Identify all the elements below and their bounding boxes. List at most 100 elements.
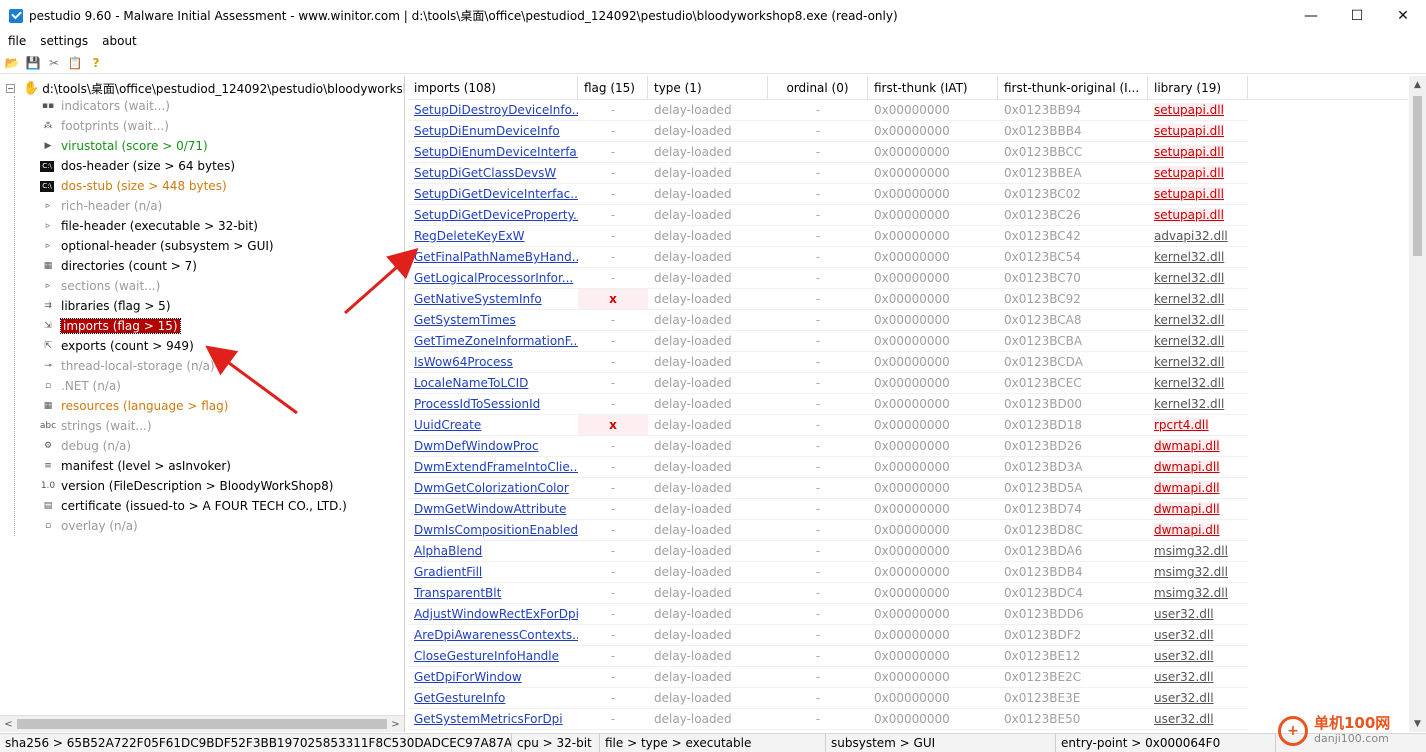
close-button[interactable]: ✕	[1380, 0, 1426, 31]
cell-import-name[interactable]: SetupDiEnumDeviceInfo	[408, 121, 578, 142]
table-row[interactable]: SetupDiEnumDeviceInfo - delay-loaded -0x000…	[408, 121, 1248, 142]
cell-import-name[interactable]: SetupDiEnumDeviceInterfa...	[408, 142, 578, 163]
cell-import-name[interactable]: LocaleNameToLCID	[408, 373, 578, 394]
table-row[interactable]: TransparentBlt - delay-loaded -0x00000000 0x…	[408, 583, 1248, 604]
library-link[interactable]: setupapi.dll	[1154, 124, 1224, 138]
scroll-left-icon[interactable]: <	[0, 716, 17, 732]
cut-icon[interactable]: ✂	[46, 55, 62, 71]
collapse-icon[interactable]: −	[6, 83, 15, 93]
table-row[interactable]: SetupDiEnumDeviceInterfa... - delay-loaded…	[408, 142, 1248, 163]
library-link[interactable]: setupapi.dll	[1154, 145, 1224, 159]
cell-library[interactable]: kernel32.dll	[1148, 331, 1248, 352]
cell-library[interactable]: user32.dll	[1148, 688, 1248, 709]
cell-import-name[interactable]: DwmIsCompositionEnabled	[408, 520, 578, 541]
tree-item[interactable]: ▹ optional-header (subsystem > GUI)	[40, 236, 347, 256]
tree-item[interactable]: ⇱ exports (count > 949)	[40, 336, 347, 356]
library-link[interactable]: kernel32.dll	[1154, 397, 1224, 411]
cell-library[interactable]: kernel32.dll	[1148, 268, 1248, 289]
clipboard-icon[interactable]: 📋	[67, 55, 83, 71]
library-link[interactable]: msimg32.dll	[1154, 544, 1228, 558]
minimize-button[interactable]: —	[1288, 0, 1334, 31]
table-row[interactable]: SetupDiGetDeviceProperty... - delay-loaded…	[408, 205, 1248, 226]
cell-library[interactable]: msimg32.dll	[1148, 541, 1248, 562]
cell-import-name[interactable]: UuidCreate	[408, 415, 578, 436]
table-row[interactable]: GetGestureInfo - delay-loaded -0x00000000 0x…	[408, 688, 1248, 709]
tree-item[interactable]: ▹ file-header (executable > 32-bit)	[40, 216, 347, 236]
cell-library[interactable]: setupapi.dll	[1148, 100, 1248, 121]
library-link[interactable]: msimg32.dll	[1154, 565, 1228, 579]
column-first-thunk[interactable]: first-thunk (IAT)	[868, 76, 998, 100]
tree-item[interactable]: ▦ directories (count > 7)	[40, 256, 347, 276]
column-type[interactable]: type (1)	[648, 76, 768, 100]
library-link[interactable]: kernel32.dll	[1154, 292, 1224, 306]
table-row[interactable]: GetFinalPathNameByHand... - delay-loaded -0…	[408, 247, 1248, 268]
cell-library[interactable]: setupapi.dll	[1148, 163, 1248, 184]
cell-library[interactable]: msimg32.dll	[1148, 562, 1248, 583]
table-row[interactable]: SetupDiGetDeviceInterfac... - delay-loaded…	[408, 184, 1248, 205]
save-icon[interactable]: 💾	[25, 55, 41, 71]
table-row[interactable]: ProcessIdToSessionId - delay-loaded -0x0000…	[408, 394, 1248, 415]
cell-import-name[interactable]: AlphaBlend	[408, 541, 578, 562]
maximize-button[interactable]: ☐	[1334, 0, 1380, 31]
cell-import-name[interactable]: SetupDiDestroyDeviceInfo...	[408, 100, 578, 121]
library-link[interactable]: dwmapi.dll	[1154, 460, 1220, 474]
cell-import-name[interactable]: GetSystemMetricsForDpi	[408, 709, 578, 730]
menu-settings[interactable]: settings	[40, 34, 88, 48]
tree-item[interactable]: ⁂ footprints (wait...)	[40, 116, 347, 136]
cell-library[interactable]: kernel32.dll	[1148, 352, 1248, 373]
cell-import-name[interactable]: GetTimeZoneInformationF...	[408, 331, 578, 352]
cell-library[interactable]: user32.dll	[1148, 625, 1248, 646]
tree-item[interactable]: ▫ .NET (n/a)	[40, 376, 347, 396]
library-link[interactable]: kernel32.dll	[1154, 376, 1224, 390]
cell-import-name[interactable]: SetupDiGetClassDevsW	[408, 163, 578, 184]
cell-library[interactable]: user32.dll	[1148, 604, 1248, 625]
cell-import-name[interactable]: RegDeleteKeyExW	[408, 226, 578, 247]
cell-import-name[interactable]: GetNativeSystemInfo	[408, 289, 578, 310]
cell-import-name[interactable]: AdjustWindowRectExForDpi	[408, 604, 578, 625]
table-row[interactable]: GetDpiForWindow - delay-loaded -0x00000000 0…	[408, 667, 1248, 688]
cell-import-name[interactable]: DwmDefWindowProc	[408, 436, 578, 457]
library-link[interactable]: user32.dll	[1154, 691, 1214, 705]
library-link[interactable]: user32.dll	[1154, 670, 1214, 684]
tree-item[interactable]: ▫ overlay (n/a)	[40, 516, 347, 536]
library-link[interactable]: user32.dll	[1154, 649, 1214, 663]
cell-library[interactable]: setupapi.dll	[1148, 142, 1248, 163]
table-row[interactable]: DwmIsCompositionEnabled - delay-loaded -0x0…	[408, 520, 1248, 541]
cell-import-name[interactable]: DwmExtendFrameIntoClie...	[408, 457, 578, 478]
tree-item[interactable]: abc strings (wait...)	[40, 416, 347, 436]
cell-library[interactable]: dwmapi.dll	[1148, 478, 1248, 499]
cell-library[interactable]: user32.dll	[1148, 667, 1248, 688]
column-first-thunk-original[interactable]: first-thunk-original (I...	[998, 76, 1148, 100]
column-ordinal[interactable]: ordinal (0)	[768, 76, 868, 100]
table-row[interactable]: GetNativeSystemInfo x delay-loaded -0x00000…	[408, 289, 1248, 310]
cell-import-name[interactable]: GetSystemTimes	[408, 310, 578, 331]
tree-item[interactable]: ⚙ debug (n/a)	[40, 436, 347, 456]
column-flag[interactable]: flag (15)	[578, 76, 648, 100]
cell-library[interactable]: user32.dll	[1148, 646, 1248, 667]
library-link[interactable]: kernel32.dll	[1154, 355, 1224, 369]
library-link[interactable]: dwmapi.dll	[1154, 481, 1220, 495]
tree-item[interactable]: ▦ resources (language > flag)	[40, 396, 347, 416]
tree-item[interactable]: 1.0 version (FileDescription > BloodyWork…	[40, 476, 347, 496]
table-row[interactable]: DwmGetColorizationColor - delay-loaded -0x0…	[408, 478, 1248, 499]
open-folder-icon[interactable]: 📂	[4, 55, 20, 71]
table-row[interactable]: RegDeleteKeyExW - delay-loaded -0x00000000 0…	[408, 226, 1248, 247]
cell-library[interactable]: setupapi.dll	[1148, 121, 1248, 142]
table-row[interactable]: GetSystemMetricsForDpi - delay-loaded -0x00…	[408, 709, 1248, 730]
library-link[interactable]: setupapi.dll	[1154, 187, 1224, 201]
tree-item[interactable]: C:\ dos-stub (size > 448 bytes)	[40, 176, 347, 196]
table-row[interactable]: AreDpiAwarenessContexts... - delay-loaded -…	[408, 625, 1248, 646]
cell-library[interactable]: dwmapi.dll	[1148, 499, 1248, 520]
library-link[interactable]: rpcrt4.dll	[1154, 418, 1209, 432]
scroll-thumb[interactable]	[17, 719, 387, 729]
cell-library[interactable]: dwmapi.dll	[1148, 520, 1248, 541]
cell-library[interactable]: kernel32.dll	[1148, 289, 1248, 310]
cell-import-name[interactable]: GetGestureInfo	[408, 688, 578, 709]
cell-import-name[interactable]: GetFinalPathNameByHand...	[408, 247, 578, 268]
tree-item[interactable]: ▪▪ indicators (wait...)	[40, 96, 347, 116]
tree-item[interactable]: ⇉ libraries (flag > 5)	[40, 296, 347, 316]
table-row[interactable]: UuidCreate x delay-loaded -0x00000000 0x0123…	[408, 415, 1248, 436]
cell-import-name[interactable]: IsWow64Process	[408, 352, 578, 373]
table-row[interactable]: AlphaBlend - delay-loaded -0x00000000 0x0123…	[408, 541, 1248, 562]
library-link[interactable]: dwmapi.dll	[1154, 502, 1220, 516]
